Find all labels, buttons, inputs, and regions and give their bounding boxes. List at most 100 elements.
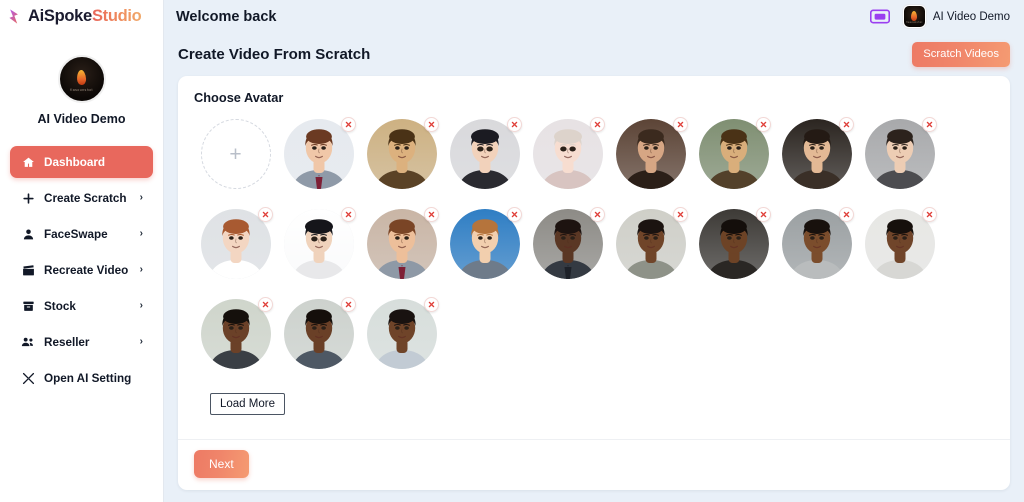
- tools-icon: [20, 372, 36, 385]
- add-avatar-button[interactable]: +: [200, 119, 271, 189]
- plus-icon: [20, 192, 36, 205]
- sidebar-item-reseller[interactable]: Reseller ›: [10, 326, 153, 358]
- avatar-cell: [858, 207, 941, 299]
- avatar-cartoon-boy-suit[interactable]: [366, 207, 439, 279]
- avatar-man-shirt-light-bg[interactable]: [366, 297, 439, 369]
- avatar-young-man-grey-bg[interactable]: [864, 117, 937, 189]
- avatar-redhead-woman[interactable]: [200, 207, 273, 279]
- sidebar-item-create-scratch[interactable]: Create Scratch ›: [10, 182, 153, 214]
- delete-avatar-button[interactable]: [838, 207, 854, 222]
- sidebar-item-label: Create Scratch: [44, 191, 127, 205]
- choose-avatar-card: Choose Avatar + Load More Next: [178, 76, 1010, 490]
- users-icon: [20, 335, 36, 349]
- delete-avatar-button[interactable]: [423, 297, 439, 312]
- delete-avatar-button[interactable]: [257, 297, 273, 312]
- avatar-cell: [194, 297, 277, 389]
- avatar-cell: [526, 117, 609, 209]
- sidebar-item-dashboard[interactable]: Dashboard: [10, 146, 153, 178]
- film-clap-icon: [20, 264, 36, 277]
- app-root: AiSpokeStudio flasounshot AI Video Demo …: [0, 0, 1024, 502]
- avatar-animated-man-suit[interactable]: [283, 117, 356, 189]
- sidebar-nav: Dashboard Create Scratch › FaceSwape › R…: [0, 146, 163, 398]
- avatar-cell: [692, 207, 775, 299]
- chevron-right-icon: ›: [139, 228, 143, 239]
- avatar-anime-man-black-hair[interactable]: [283, 207, 356, 279]
- delete-avatar-button[interactable]: [506, 117, 522, 132]
- flame-avatar-icon: [911, 10, 918, 21]
- delete-avatar-button[interactable]: [257, 207, 273, 222]
- welcome-text: Welcome back: [176, 8, 277, 25]
- topbar-right: flasounshot AI Video Demo: [869, 5, 1010, 28]
- delete-avatar-button[interactable]: [506, 207, 522, 222]
- avatar-cell: [526, 207, 609, 299]
- chevron-right-icon: ›: [139, 192, 143, 203]
- avatar[interactable]: flasounshot: [57, 55, 106, 103]
- avatar-anime-blonde-woman[interactable]: [532, 117, 605, 189]
- avatar-man-grey-sweater[interactable]: [781, 207, 854, 279]
- avatar-cell: [609, 117, 692, 209]
- avatar-caption: flasounshot: [906, 21, 923, 24]
- avatar-cell: [858, 117, 941, 209]
- load-more-button[interactable]: Load More: [210, 393, 285, 415]
- brand-logo[interactable]: AiSpokeStudio: [0, 0, 163, 33]
- delete-avatar-button[interactable]: [838, 117, 854, 132]
- scratch-videos-button[interactable]: Scratch Videos: [912, 41, 1010, 68]
- avatar-area: + Load More: [178, 105, 1010, 439]
- delete-avatar-button[interactable]: [755, 117, 771, 132]
- delete-avatar-button[interactable]: [672, 117, 688, 132]
- brand-text-ai: Ai: [28, 7, 44, 25]
- avatar-cell: [360, 297, 443, 389]
- page-title: Create Video From Scratch: [178, 46, 371, 63]
- avatar-smiling-man-dark-bg[interactable]: [698, 207, 771, 279]
- sidebar-item-faceswape[interactable]: FaceSwape ›: [10, 218, 153, 250]
- chevron-right-icon: ›: [139, 264, 143, 275]
- person-icon: [20, 228, 36, 241]
- avatar-glasses-man-dark[interactable]: [781, 117, 854, 189]
- avatar-cell: [360, 207, 443, 299]
- sidebar-item-label: Stock: [44, 299, 76, 313]
- delete-avatar-button[interactable]: [340, 297, 356, 312]
- avatar-man-on-phone-suit[interactable]: [532, 207, 605, 279]
- avatar-young-man-jacket[interactable]: [615, 207, 688, 279]
- avatar-shakespeare-portrait[interactable]: [615, 117, 688, 189]
- avatar-cell: [277, 207, 360, 299]
- user-menu[interactable]: flasounshot AI Video Demo: [902, 5, 1010, 28]
- video-card-icon[interactable]: [869, 9, 890, 24]
- avatar-cartoon-boy-blue-bg[interactable]: [449, 207, 522, 279]
- next-button[interactable]: Next: [194, 450, 249, 478]
- avatar-mona-lisa-2[interactable]: [698, 117, 771, 189]
- delete-avatar-button[interactable]: [340, 117, 356, 132]
- add-avatar-cell: +: [194, 119, 277, 209]
- avatar-cell: [194, 207, 277, 299]
- avatar-cell: [360, 117, 443, 209]
- avatar-mona-lisa[interactable]: [366, 117, 439, 189]
- avatar-man-green-bg-smile[interactable]: [200, 297, 273, 369]
- delete-avatar-button[interactable]: [921, 117, 937, 132]
- sidebar-item-recreate-video[interactable]: Recreate Video ›: [10, 254, 153, 286]
- avatar-grid: +: [194, 117, 994, 389]
- avatar-man-white-bg-smile[interactable]: [864, 207, 937, 279]
- sidebar-item-label: Recreate Video: [44, 263, 129, 277]
- avatar-cell: [609, 207, 692, 299]
- sidebar-item-open-ai-setting[interactable]: Open AI Setting: [10, 362, 153, 394]
- delete-avatar-button[interactable]: [423, 117, 439, 132]
- chevron-right-icon: ›: [139, 336, 143, 347]
- plus-icon: +: [229, 142, 242, 166]
- main-content: Welcome back flasounshot AI Video Demo C…: [164, 0, 1024, 502]
- delete-avatar-button[interactable]: [340, 207, 356, 222]
- card-footer: Next: [178, 439, 1010, 490]
- delete-avatar-button[interactable]: [755, 207, 771, 222]
- avatar-man-phone-tshirt[interactable]: [283, 297, 356, 369]
- flame-avatar-icon: [76, 69, 87, 85]
- brand-text-studio: Studio: [91, 7, 142, 25]
- chevron-right-icon: ›: [139, 300, 143, 311]
- avatar-anime-dark-hair-man[interactable]: [449, 117, 522, 189]
- delete-avatar-button[interactable]: [672, 207, 688, 222]
- sidebar-item-stock[interactable]: Stock ›: [10, 290, 153, 322]
- delete-avatar-button[interactable]: [589, 117, 605, 132]
- avatar-cell: [775, 207, 858, 299]
- delete-avatar-button[interactable]: [589, 207, 605, 222]
- delete-avatar-button[interactable]: [423, 207, 439, 222]
- delete-avatar-button[interactable]: [921, 207, 937, 222]
- card-heading: Choose Avatar: [194, 90, 284, 105]
